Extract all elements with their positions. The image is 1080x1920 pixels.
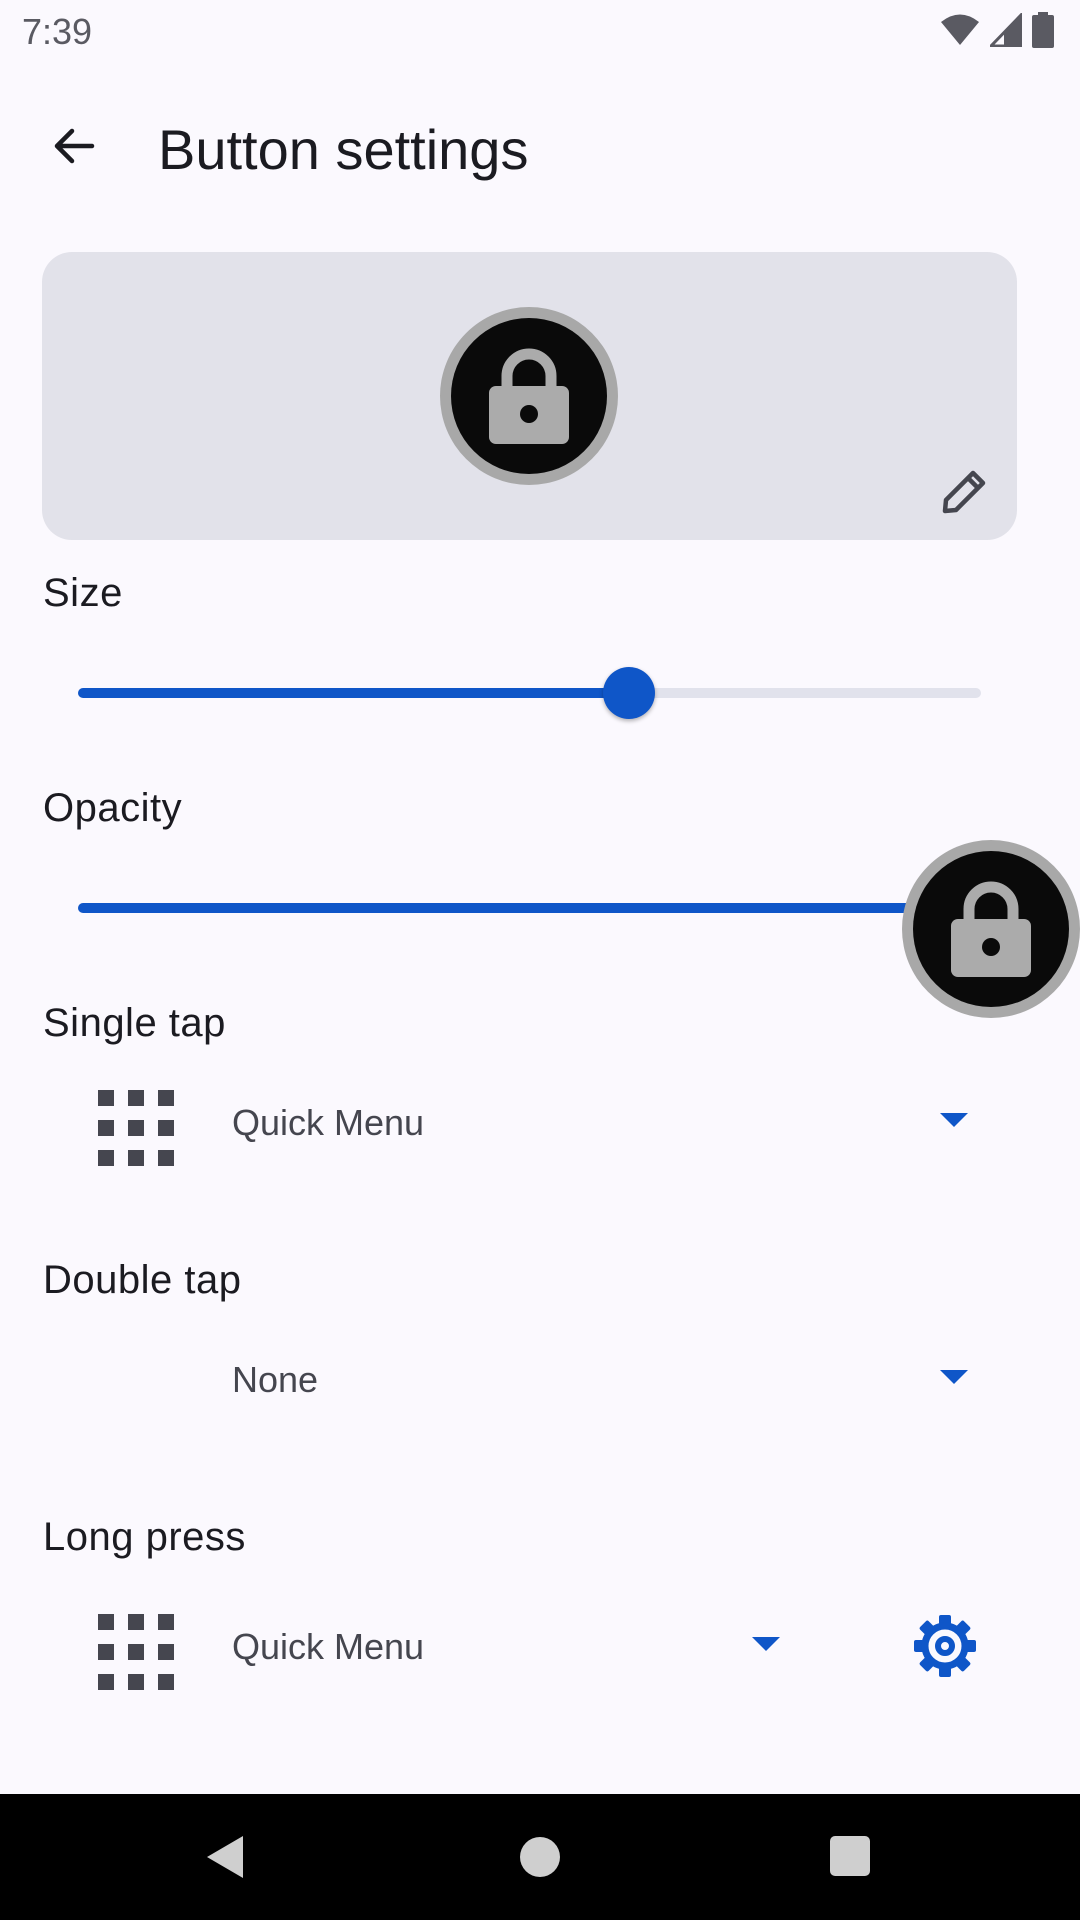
edit-button[interactable]: [930, 456, 1000, 526]
preview-button: [440, 307, 618, 485]
size-slider-fill: [78, 688, 629, 698]
long-press-dropdown[interactable]: Quick Menu: [0, 1592, 800, 1702]
size-label: Size: [43, 571, 123, 615]
navigation-bar: [0, 1794, 1080, 1920]
long-press-settings-button[interactable]: [905, 1606, 985, 1686]
lock-icon: [951, 881, 1031, 977]
floating-lock-button[interactable]: [902, 840, 1080, 1018]
long-press-row: Quick Menu: [0, 1592, 1080, 1702]
double-tap-label: Double tap: [43, 1258, 242, 1302]
opacity-slider-fill: [78, 903, 981, 913]
pencil-icon: [942, 470, 986, 514]
page-title: Button settings: [158, 118, 529, 181]
double-tap-dropdown[interactable]: None: [0, 1325, 1080, 1435]
opacity-slider[interactable]: [78, 877, 981, 937]
grid-icon: [98, 1614, 174, 1690]
single-tap-dropdown[interactable]: Quick Menu: [0, 1068, 1080, 1178]
single-tap-value: Quick Menu: [232, 1102, 425, 1143]
size-slider[interactable]: [78, 662, 981, 722]
long-press-label: Long press: [43, 1515, 246, 1559]
gear-icon: [914, 1615, 976, 1677]
back-button[interactable]: [38, 110, 110, 182]
double-tap-value: None: [232, 1359, 319, 1400]
nav-back-icon[interactable]: [205, 1834, 245, 1880]
signal-icon: [990, 13, 1022, 47]
nav-recents-icon[interactable]: [830, 1836, 870, 1876]
status-icons: [940, 10, 1054, 50]
grid-icon: [98, 1090, 174, 1166]
dropdown-arrow-icon: [940, 1370, 968, 1384]
wifi-icon: [941, 14, 979, 45]
size-slider-thumb[interactable]: [603, 667, 655, 719]
dropdown-arrow-icon: [940, 1113, 968, 1127]
arrow-back-icon: [54, 128, 95, 164]
lock-icon: [489, 348, 569, 444]
dropdown-arrow-icon: [752, 1637, 780, 1651]
single-tap-label: Single tap: [43, 1001, 226, 1045]
long-press-value: Quick Menu: [232, 1626, 425, 1667]
nav-home-icon[interactable]: [520, 1837, 560, 1877]
battery-icon: [1032, 12, 1054, 48]
opacity-label: Opacity: [43, 786, 183, 830]
status-time: 7:39: [22, 11, 93, 52]
